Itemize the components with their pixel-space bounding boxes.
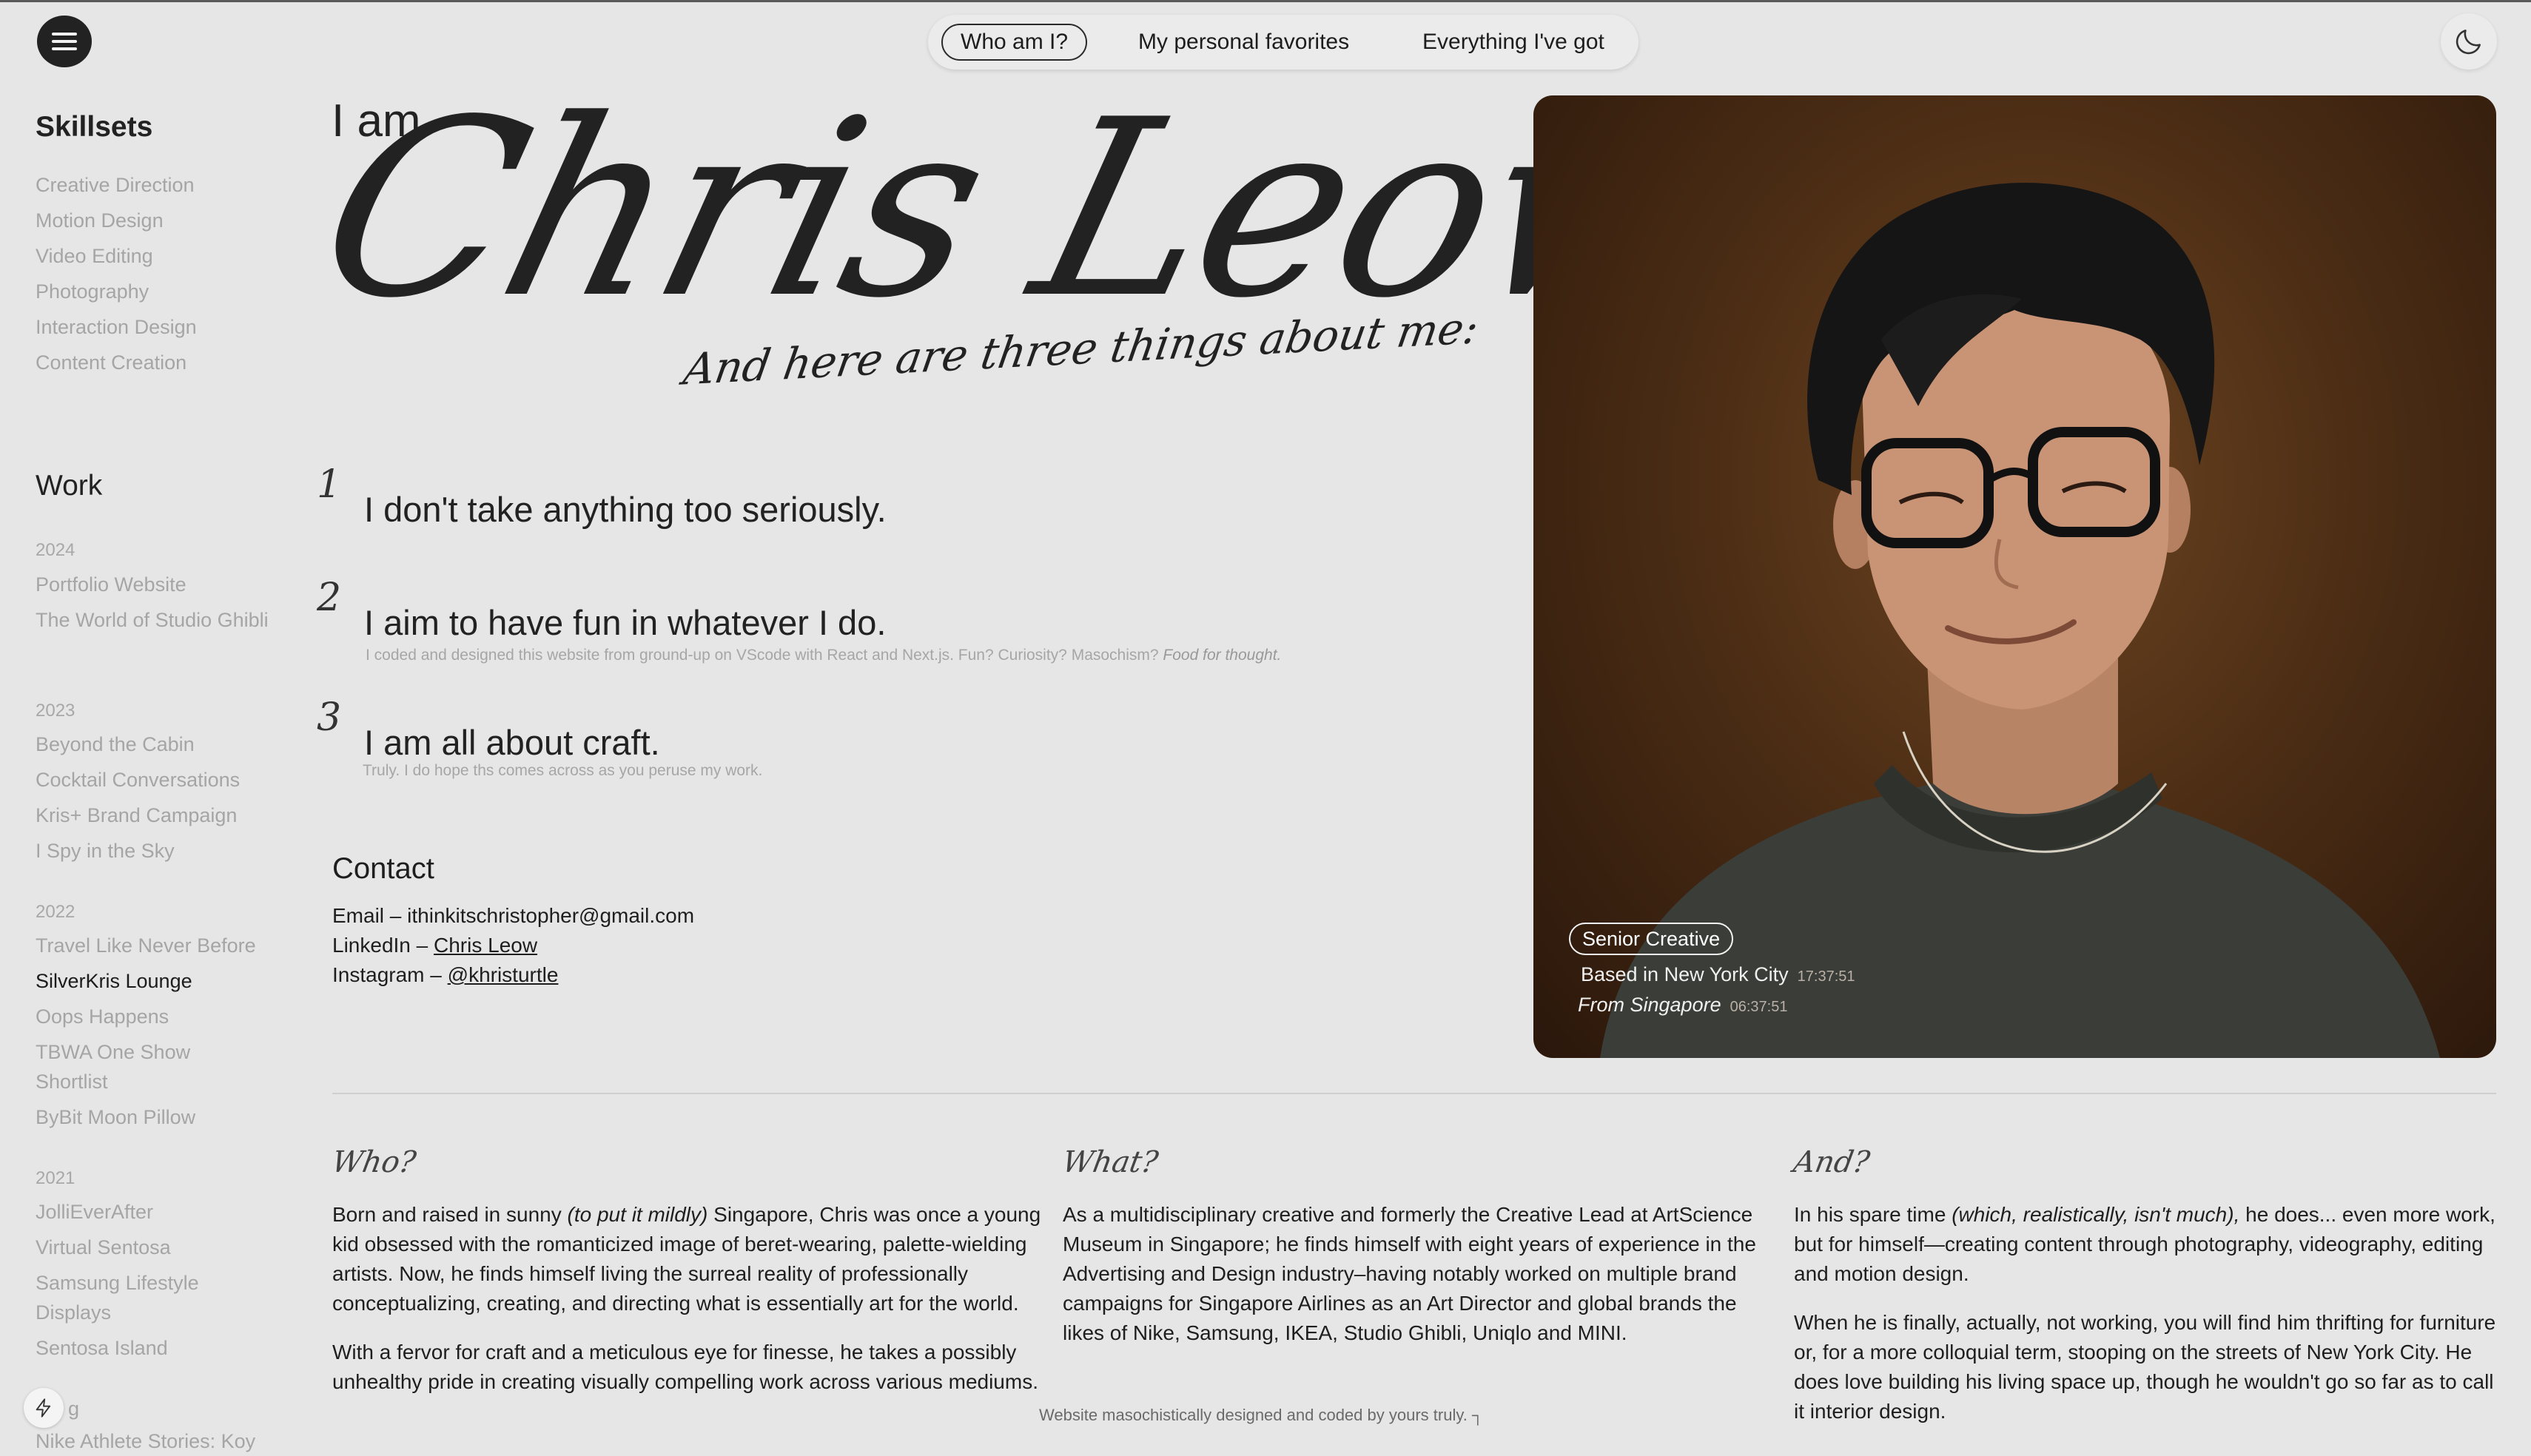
skill-item[interactable]: Photography: [36, 274, 280, 309]
work-item[interactable]: Sentosa Island: [36, 1333, 272, 1363]
work-item-partial[interactable]: g: [68, 1394, 305, 1423]
point-number: 3: [317, 695, 342, 740]
who-paragraph-2: With a fervor for craft and a meticulous…: [332, 1341, 1038, 1393]
linkedin-link[interactable]: Chris Leow: [434, 934, 537, 957]
tab-who-am-i[interactable]: Who am I?: [941, 24, 1088, 61]
who-paragraph-1: Born and raised in sunny (to put it mild…: [332, 1203, 1041, 1315]
tab-everything[interactable]: Everything I've got: [1422, 15, 1604, 70]
and-paragraph-1: In his spare time (which, realistically,…: [1794, 1203, 2495, 1285]
work-item[interactable]: TBWA One Show Shortlist: [36, 1037, 213, 1096]
footer-credit: Website masochistically designed and cod…: [1039, 1406, 1484, 1425]
work-item[interactable]: Cocktail Conversations: [36, 765, 272, 795]
year-label: 2024: [36, 540, 75, 560]
bolt-button[interactable]: [24, 1388, 64, 1428]
skill-item[interactable]: Video Editing: [36, 238, 280, 274]
from-time: 06:37:51: [1730, 999, 1788, 1015]
point-text: I aim to have fun in whatever I do.: [364, 603, 887, 642]
linkedin-label: LinkedIn –: [332, 934, 428, 957]
corner-arrow-icon: ┐: [1471, 1406, 1484, 1424]
role-badge: Senior Creative: [1569, 923, 1734, 955]
skillsets-title: Skillsets: [36, 111, 153, 143]
work-item[interactable]: Kris+ Brand Campaign: [36, 801, 272, 830]
point-note: Truly. I do hope ths comes across as you…: [363, 762, 763, 779]
skill-item[interactable]: Content Creation: [36, 345, 280, 380]
portrait-illustration: [1600, 182, 2440, 1058]
hamburger-menu-icon: [52, 33, 77, 50]
based-time: 17:37:51: [1797, 968, 1855, 985]
and-paragraph-2: When he is finally, actually, not workin…: [1794, 1311, 2496, 1423]
point-text: I don't take anything too seriously.: [364, 490, 887, 529]
from-text: From Singapore: [1578, 994, 1721, 1016]
work-item[interactable]: Oops Happens: [36, 1002, 272, 1031]
instagram-link[interactable]: @khristurtle: [448, 963, 559, 986]
and-heading: And?: [1790, 1145, 1872, 1179]
what-heading: What?: [1059, 1145, 1161, 1179]
contact-title: Contact: [332, 852, 434, 885]
what-paragraph: As a multidisciplinary creative and form…: [1063, 1203, 1756, 1344]
email-label: Email –: [332, 904, 402, 927]
location-from: From Singapore 06:37:51: [1578, 994, 1787, 1017]
contact-instagram: Instagram – @khristurtle: [332, 963, 558, 987]
skill-item[interactable]: Interaction Design: [36, 309, 280, 345]
work-item[interactable]: Travel Like Never Before: [36, 931, 272, 960]
work-item[interactable]: Nike Athlete Stories: Koy: [36, 1426, 287, 1456]
year-label: 2023: [36, 701, 75, 721]
location-based: Based in New York City 17:37:51: [1581, 963, 1855, 986]
instagram-label: Instagram –: [332, 963, 442, 986]
work-item[interactable]: The World of Studio Ghibli: [36, 605, 272, 635]
point-number: 2: [317, 576, 342, 620]
lightning-bolt-icon: [36, 1398, 51, 1418]
work-title: Work: [36, 470, 103, 502]
work-item[interactable]: Virtual Sentosa: [36, 1233, 272, 1262]
skill-item[interactable]: Motion Design: [36, 203, 280, 238]
based-text: Based in New York City: [1581, 963, 1789, 985]
point-text: I am all about craft.: [364, 723, 660, 762]
sidebar: Skillsets Creative Direction Motion Desi…: [36, 111, 280, 380]
theme-toggle-button[interactable]: [2441, 13, 2497, 70]
portrait-photo: [1533, 95, 2496, 1058]
top-nav: Who am I? My personal favorites Everythi…: [928, 15, 1638, 70]
footer-text: Website masochistically designed and cod…: [1039, 1406, 1468, 1424]
hero-name: Chris Leow: [296, 67, 1728, 351]
work-item[interactable]: ByBit Moon Pillow: [36, 1102, 272, 1132]
work-item[interactable]: Portfolio Website: [36, 570, 272, 599]
skills-list: Creative Direction Motion Design Video E…: [36, 167, 280, 380]
work-item[interactable]: I Spy in the Sky: [36, 836, 272, 866]
skill-item[interactable]: Creative Direction: [36, 167, 280, 203]
tab-personal-favorites[interactable]: My personal favorites: [1138, 15, 1349, 70]
window-top-border: [0, 0, 2531, 2]
work-item[interactable]: Samsung Lifestyle Displays: [36, 1268, 228, 1327]
contact-email: Email – ithinkitschristopher@gmail.com: [332, 904, 694, 928]
moon-icon: [2456, 30, 2481, 55]
year-label: 2021: [36, 1168, 75, 1188]
point-note: I coded and designed this website from g…: [366, 647, 1282, 664]
work-item[interactable]: Beyond the Cabin: [36, 729, 272, 759]
section-divider: [332, 1093, 2496, 1094]
point-number: 1: [317, 462, 342, 507]
who-heading: Who?: [329, 1145, 419, 1179]
contact-linkedin: LinkedIn – Chris Leow: [332, 934, 537, 957]
email-value[interactable]: ithinkitschristopher@gmail.com: [407, 904, 694, 927]
point-note-em: Food for thought.: [1163, 647, 1282, 664]
work-item-current[interactable]: SilverKris Lounge: [36, 966, 272, 996]
work-item[interactable]: JolliEverAfter: [36, 1197, 272, 1227]
year-label: 2022: [36, 902, 75, 922]
menu-button[interactable]: [37, 16, 92, 67]
